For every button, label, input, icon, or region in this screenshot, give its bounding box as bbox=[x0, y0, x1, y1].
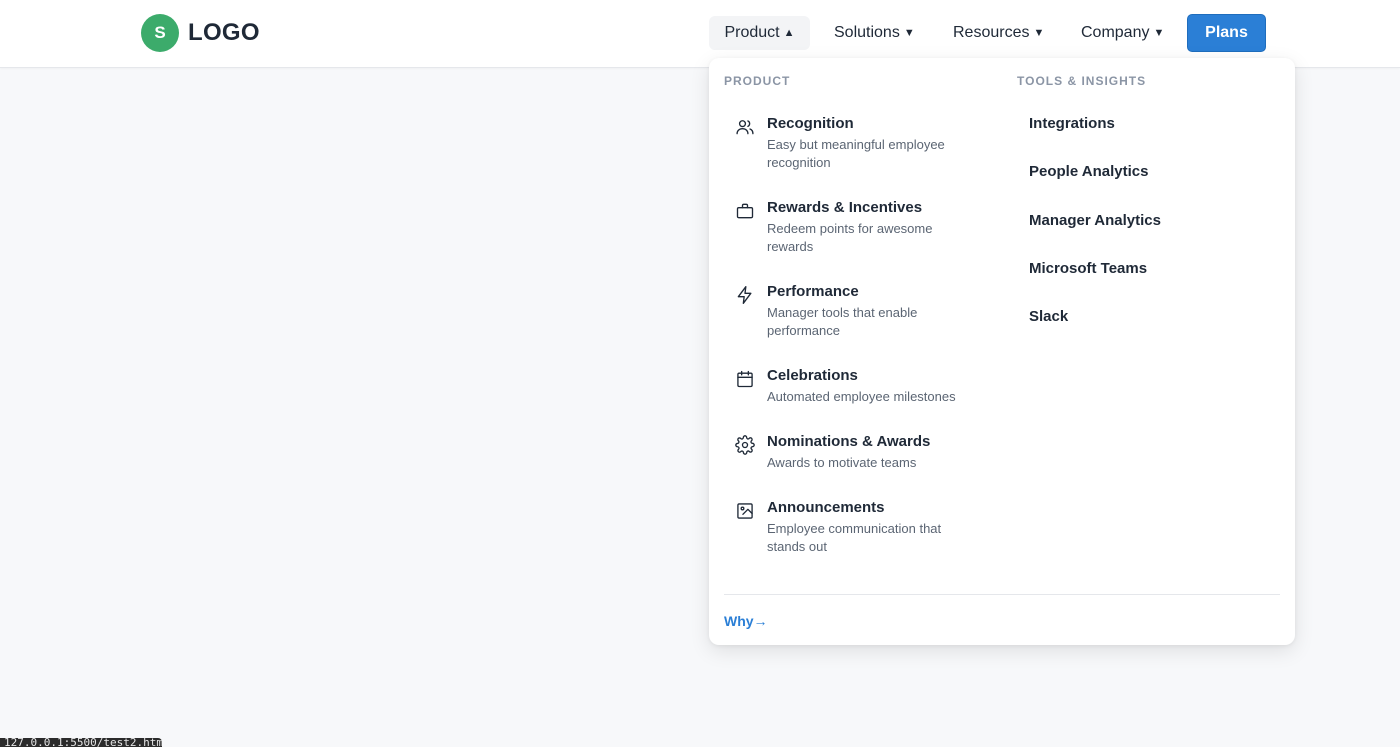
nav-product[interactable]: Product ▲ bbox=[709, 16, 810, 50]
menu-item-title: Rewards & Incentives bbox=[767, 199, 923, 216]
tool-link-slack[interactable]: Slack bbox=[1029, 308, 1068, 325]
image-icon bbox=[735, 501, 755, 521]
menu-item-title: Nominations & Awards bbox=[767, 433, 931, 450]
menu-item-title: Recognition bbox=[767, 115, 854, 132]
menu-item-title: Performance bbox=[767, 283, 859, 300]
nav-resources[interactable]: Resources ▼ bbox=[953, 16, 1044, 50]
why-link[interactable]: Why→ bbox=[724, 613, 768, 629]
menu-item-description: Easy but meaningful employee recognition bbox=[767, 137, 945, 170]
divider bbox=[724, 594, 1280, 595]
logo-mark: S bbox=[141, 14, 179, 52]
menu-item-recognition[interactable]: Recognition Easy but meaningful employee… bbox=[724, 115, 984, 175]
tool-link-integrations[interactable]: Integrations bbox=[1029, 115, 1115, 132]
nav-product-label: Product bbox=[724, 24, 780, 41]
menu-item-description: Awards to motivate teams bbox=[767, 455, 917, 470]
menu-item-description: Automated employee milestones bbox=[767, 389, 956, 404]
nav-resources-label: Resources bbox=[953, 24, 1030, 41]
briefcase-icon bbox=[735, 201, 755, 221]
users-icon bbox=[735, 117, 755, 137]
caret-down-icon: ▼ bbox=[903, 27, 915, 39]
logo-text: LOGO bbox=[188, 19, 260, 46]
tool-link-microsoft-teams[interactable]: Microsoft Teams bbox=[1029, 260, 1147, 277]
menu-item-title: Announcements bbox=[767, 499, 885, 516]
status-bar-url: 127.0.0.1:5500/test2.html# bbox=[0, 738, 162, 747]
nav-company-label: Company bbox=[1081, 24, 1150, 41]
nav-solutions[interactable]: Solutions ▼ bbox=[834, 16, 915, 50]
gear-icon bbox=[735, 435, 755, 455]
caret-down-icon: ▼ bbox=[1033, 27, 1045, 39]
logo[interactable]: S LOGO bbox=[141, 14, 260, 52]
menu-item-nominations[interactable]: Nominations & Awards Awards to motivate … bbox=[724, 433, 984, 475]
plans-button[interactable]: Plans bbox=[1187, 14, 1266, 52]
product-dropdown-menu: PRODUCT TOOLS & INSIGHTS Recognition Eas… bbox=[709, 58, 1295, 645]
lightning-icon bbox=[735, 285, 755, 305]
menu-item-description: Redeem points for awesome rewards bbox=[767, 221, 933, 254]
nav-solutions-label: Solutions bbox=[834, 24, 900, 41]
tool-link-manager-analytics[interactable]: Manager Analytics bbox=[1029, 212, 1161, 229]
menu-item-description: Manager tools that enable performance bbox=[767, 305, 918, 338]
section-title-tools: TOOLS & INSIGHTS bbox=[1017, 74, 1147, 88]
menu-item-rewards[interactable]: Rewards & Incentives Redeem points for a… bbox=[724, 199, 984, 259]
caret-up-icon: ▲ bbox=[783, 27, 795, 39]
menu-item-celebrations[interactable]: Celebrations Automated employee mileston… bbox=[724, 367, 984, 409]
menu-item-performance[interactable]: Performance Manager tools that enable pe… bbox=[724, 283, 984, 343]
caret-down-icon: ▼ bbox=[1153, 27, 1165, 39]
menu-item-description: Employee communication that stands out bbox=[767, 521, 942, 554]
section-title-product: PRODUCT bbox=[724, 74, 791, 88]
menu-item-announcements[interactable]: Announcements Employee communication tha… bbox=[724, 499, 984, 559]
calendar-icon bbox=[735, 369, 755, 389]
menu-item-title: Celebrations bbox=[767, 367, 858, 384]
nav-company[interactable]: Company ▼ bbox=[1081, 16, 1164, 50]
tool-link-people-analytics[interactable]: People Analytics bbox=[1029, 163, 1149, 180]
